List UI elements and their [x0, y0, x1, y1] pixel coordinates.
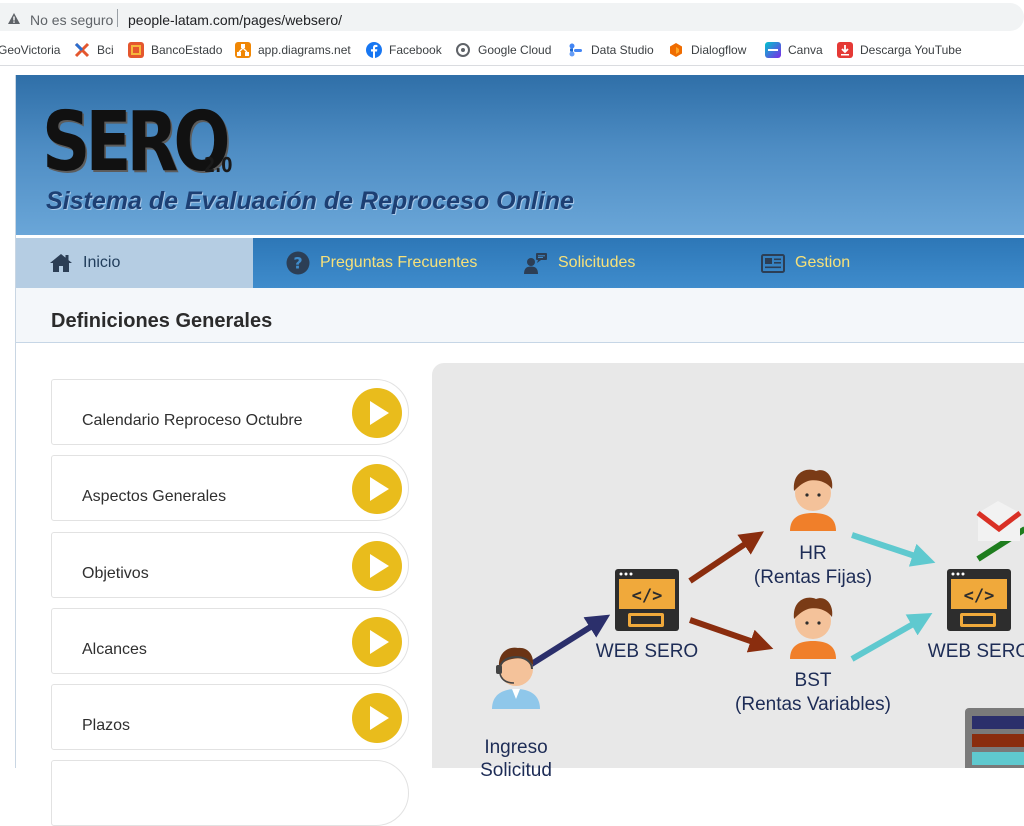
- section-header: Definiciones Generales: [16, 288, 1024, 343]
- web-sero-left-icon: </>: [615, 569, 679, 631]
- svg-text:</>: </>: [964, 586, 995, 606]
- nav-label: Inicio: [83, 254, 121, 271]
- question-icon: ?: [286, 251, 310, 275]
- bookmark-label: Google Cloud: [478, 43, 552, 57]
- play-icon[interactable]: [352, 541, 402, 591]
- sero-logo: SERO: [42, 95, 231, 190]
- nav-item-solicitudes[interactable]: Solicitudes: [524, 238, 635, 288]
- diagrams-icon: [235, 42, 251, 58]
- svg-text:</>: </>: [632, 586, 663, 606]
- user-chat-icon: [524, 251, 548, 275]
- bookmark-label: Bci: [97, 43, 114, 57]
- bookmark-descarga-youtube[interactable]: Descarga YouTube: [837, 41, 962, 59]
- play-icon[interactable]: [352, 464, 402, 514]
- bookmark-canva[interactable]: Canva: [765, 41, 823, 59]
- warning-icon[interactable]: [8, 13, 20, 24]
- accordion-item[interactable]: [51, 760, 409, 826]
- bst-label: BST: [794, 670, 832, 691]
- bookmark-facebook[interactable]: Facebook: [366, 41, 442, 59]
- nav-item-preguntas-frecuentes[interactable]: ? Preguntas Frecuentes: [286, 238, 477, 288]
- bookmark-label: GeoVictoria: [0, 43, 61, 57]
- bookmark-google-cloud[interactable]: Google Cloud: [455, 41, 551, 59]
- bookmark-label: Canva: [788, 43, 823, 57]
- svg-text:?: ?: [293, 254, 302, 273]
- database-stack-icon: [965, 708, 1024, 768]
- ingreso-label: Ingreso: [484, 737, 548, 758]
- bookmark-data-studio[interactable]: Data Studio: [568, 41, 654, 59]
- facebook-icon: [366, 42, 382, 58]
- gmail-icon: [976, 501, 1022, 541]
- nav-label: Preguntas Frecuentes: [320, 254, 478, 271]
- process-diagram: </> </> WEB SERO WEB SERO HR (Rentas Fij…: [432, 363, 1024, 781]
- web-sero-left-label: WEB SERO: [595, 641, 699, 662]
- accordion-item[interactable]: Alcances: [51, 608, 409, 674]
- main-nav: Inicio ? Preguntas Frecuentes Solicitude…: [16, 238, 1024, 288]
- accordion-item[interactable]: Plazos: [51, 684, 409, 750]
- hr-sub-label: (Rentas Fijas): [753, 567, 873, 588]
- arrow-bst-to-web-sero: [850, 613, 933, 662]
- home-icon: [49, 251, 73, 275]
- accordion-label: Plazos: [82, 717, 131, 734]
- nav-item-gestion[interactable]: Gestion: [761, 238, 850, 288]
- header-banner: SERO 2.0 Sistema de Evaluación de Reproc…: [16, 75, 1024, 235]
- newspaper-icon: [761, 251, 785, 275]
- web-sero-right-icon: </>: [947, 569, 1011, 631]
- google-cloud-icon: [455, 42, 471, 58]
- accordion-label: Alcances: [82, 641, 147, 658]
- header-tagline: Sistema de Evaluación de Reproceso Onlin…: [46, 187, 574, 215]
- download-icon: [837, 42, 853, 58]
- bookmark-label: Facebook: [389, 43, 442, 57]
- arrow-to-web-sero: [528, 614, 611, 668]
- dialogflow-icon: [668, 42, 684, 58]
- bookmark-label: app.diagrams.net: [258, 43, 351, 57]
- accordion-label: Calendario Reproceso Octubre: [82, 412, 303, 429]
- solicitud-label: Solicitud: [480, 760, 552, 781]
- bancoestado-icon: [128, 42, 144, 58]
- arrow-to-bst: [689, 617, 774, 653]
- play-icon[interactable]: [352, 388, 402, 438]
- play-icon[interactable]: [352, 693, 402, 743]
- headset-person-icon: [492, 647, 540, 709]
- address-bar-area: No es seguro people-latam.com/pages/webs…: [0, 0, 1024, 34]
- accordion-item[interactable]: Aspectos Generales: [51, 455, 409, 521]
- bookmark-label: Dialogflow: [691, 43, 747, 57]
- bookmark-geovictoria[interactable]: GeoVictoria: [0, 41, 60, 59]
- bookmark-bci[interactable]: Bci: [74, 41, 114, 59]
- nav-item-inicio[interactable]: Inicio: [16, 238, 253, 288]
- web-sero-right-label: WEB SERO: [927, 641, 1024, 662]
- page-content: SERO 2.0 Sistema de Evaluación de Reproc…: [15, 75, 1024, 826]
- url-separator: [117, 9, 118, 27]
- address-bar[interactable]: No es seguro people-latam.com/pages/webs…: [0, 3, 1024, 31]
- bst-person-icon: [790, 597, 836, 659]
- accordion-label: Aspectos Generales: [82, 488, 227, 505]
- bookmark-dialogflow[interactable]: Dialogflow: [668, 41, 746, 59]
- logo-version: 2.0: [204, 153, 233, 177]
- not-secure-label[interactable]: No es seguro: [30, 12, 113, 28]
- section-title: Definiciones Generales: [51, 310, 273, 332]
- bst-sub-label: (Rentas Variables): [735, 694, 891, 715]
- accordion-item[interactable]: Calendario Reproceso Octubre: [51, 379, 409, 445]
- url-text[interactable]: people-latam.com/pages/websero/: [128, 12, 342, 28]
- nav-label: Solicitudes: [558, 254, 636, 271]
- bci-icon: [74, 42, 90, 58]
- play-icon[interactable]: [352, 617, 402, 667]
- bookmark-label: Descarga YouTube: [860, 43, 962, 57]
- bookmark-diagrams[interactable]: app.diagrams.net: [235, 41, 351, 59]
- canva-icon: [765, 42, 781, 58]
- hr-person-icon: [790, 469, 836, 531]
- hr-label: HR: [799, 543, 827, 564]
- bookmark-label: BancoEstado: [151, 43, 223, 57]
- bookmark-label: Data Studio: [591, 43, 654, 57]
- accordion-item[interactable]: Objetivos: [51, 532, 409, 598]
- bookmark-bancoestado[interactable]: BancoEstado: [128, 41, 222, 59]
- bookmarks-bar: GeoVictoria Bci BancoEstado app.diagrams…: [0, 34, 1024, 66]
- accordion-label: Objetivos: [82, 565, 149, 582]
- nav-label: Gestion: [795, 254, 851, 271]
- data-studio-icon: [568, 42, 584, 58]
